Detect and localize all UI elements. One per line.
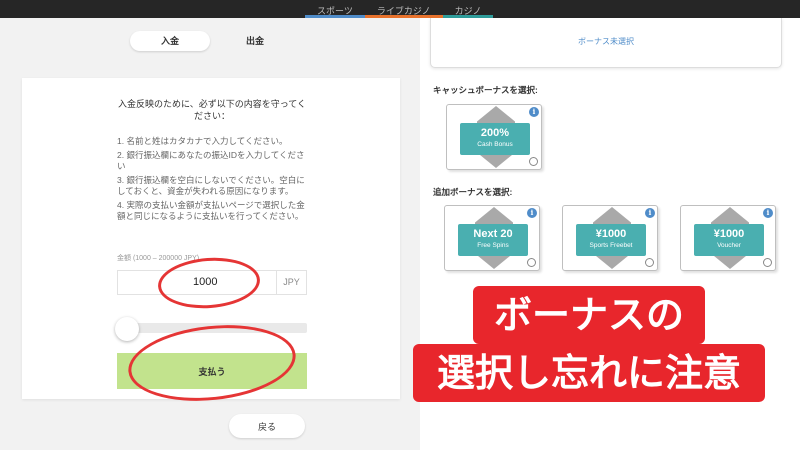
back-button[interactable]: 戻る: [229, 414, 305, 438]
bonus-subtitle: Sports Freebet: [589, 242, 633, 249]
tab-live-casino[interactable]: ライブカジノ: [364, 0, 443, 18]
caption-banner-line1: ボーナスの: [473, 286, 705, 344]
bonus-option-sports-freebet[interactable]: ¥1000 Sports Freebet i: [562, 205, 658, 271]
radio-button[interactable]: [529, 157, 538, 166]
rule-item: 3. 銀行振込欄を空白にしないでください。空白にしておくと、資金が失われる原因に…: [117, 174, 305, 197]
bonus-title: ¥1000: [595, 228, 627, 240]
extra-bonus-heading: 追加ボーナスを選択:: [433, 187, 513, 197]
amount-slider-handle[interactable]: [115, 317, 139, 341]
bonus-title: ¥1000: [713, 228, 745, 240]
tab-deposit[interactable]: 入金: [130, 31, 210, 51]
info-icon[interactable]: i: [529, 107, 539, 117]
bonus-subtitle: Cash Bonus: [477, 141, 513, 148]
bonus-badge: Next 20 Free Spins: [458, 224, 528, 256]
selected-bonus-box[interactable]: ボーナス未選択: [430, 18, 782, 68]
notice-title: 入金反映のために、必ず以下の内容を守ってください：: [117, 99, 306, 121]
deposit-withdraw-toggle: 入金 出金: [130, 31, 280, 51]
currency-label: JPY: [276, 271, 306, 294]
product-tabs: スポーツ ライブカジノ カジノ: [305, 0, 494, 18]
bonus-option-cash-200[interactable]: 200% Cash Bonus i: [446, 104, 542, 170]
tab-casino[interactable]: カジノ: [442, 0, 494, 18]
bonus-badge: 200% Cash Bonus: [460, 123, 530, 155]
rule-item: 1. 名前と姓はカタカナで入力してください。: [117, 136, 288, 146]
rule-item: 2. 銀行振込欄にあなたの振込IDを入力してください: [117, 149, 305, 172]
radio-button[interactable]: [645, 258, 654, 267]
bonus-badge: ¥1000 Voucher: [694, 224, 764, 256]
bonus-badge: ¥1000 Sports Freebet: [576, 224, 646, 256]
top-nav-bar: スポーツ ライブカジノ カジノ: [0, 0, 800, 18]
caption-banner-line2: 選択し忘れに注意: [413, 344, 765, 402]
cash-bonus-heading: キャッシュボーナスを選択:: [433, 85, 538, 95]
info-icon[interactable]: i: [763, 208, 773, 218]
rules-list: 1. 名前と姓はカタカナで入力してください。 2. 銀行振込欄にあなたの振込ID…: [117, 136, 309, 225]
radio-button[interactable]: [527, 258, 536, 267]
rule-item: 4. 実際の支払い金額が支払いページで選択した金額と同じになるように支払いを行っ…: [117, 199, 305, 222]
tab-sports[interactable]: スポーツ: [305, 0, 365, 18]
info-icon[interactable]: i: [645, 208, 655, 218]
bonus-subtitle: Voucher: [717, 242, 741, 249]
bonus-option-free-spins[interactable]: Next 20 Free Spins i: [444, 205, 540, 271]
tab-withdraw[interactable]: 出金: [215, 31, 295, 51]
info-icon[interactable]: i: [527, 208, 537, 218]
bonus-title: Next 20: [473, 228, 513, 240]
radio-button[interactable]: [763, 258, 772, 267]
bonus-title: 200%: [480, 127, 510, 139]
bonus-subtitle: Free Spins: [477, 242, 509, 249]
bonus-option-voucher[interactable]: ¥1000 Voucher i: [680, 205, 776, 271]
no-bonus-selected-text: ボーナス未選択: [578, 37, 634, 46]
